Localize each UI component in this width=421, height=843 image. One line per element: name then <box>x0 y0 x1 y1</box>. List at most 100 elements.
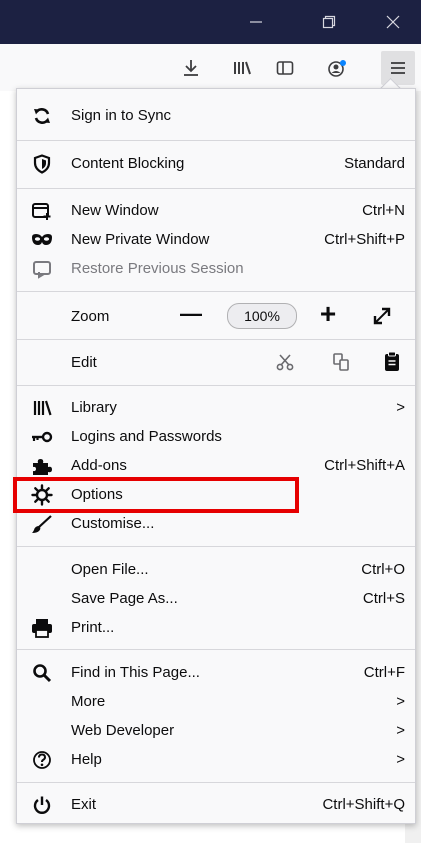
private-mask-icon <box>31 229 53 251</box>
zoom-level: 100% <box>244 308 280 324</box>
menu-item-label: Library <box>71 399 117 416</box>
account-button[interactable] <box>320 51 354 85</box>
restore-button[interactable] <box>306 0 352 44</box>
power-icon <box>31 794 53 816</box>
minimize-button[interactable] <box>233 0 279 44</box>
copy-icon <box>333 353 349 371</box>
menu-item-save-page[interactable]: Save Page As... Ctrl+S <box>17 584 417 613</box>
menu-item-shortcut: Ctrl+N <box>362 202 405 219</box>
close-window-button[interactable] <box>370 0 416 44</box>
chevron-right-icon: > <box>396 722 405 739</box>
cut-button[interactable] <box>275 352 295 376</box>
downloads-button[interactable] <box>174 51 208 85</box>
menu-separator <box>17 188 415 189</box>
menu-item-label: Add-ons <box>71 457 127 474</box>
zoom-in-button[interactable]: + <box>314 298 342 330</box>
menu-separator <box>17 546 415 547</box>
menu-item-label: Sign in to Sync <box>71 107 172 124</box>
minimize-icon <box>250 21 262 23</box>
menu-item-logins[interactable]: Logins and Passwords <box>17 422 417 451</box>
menu-item-addons[interactable]: Add-ons Ctrl+Shift+A <box>17 451 417 480</box>
menu-item-zoom: Zoom — 100% + <box>17 298 417 332</box>
menu-separator <box>17 140 415 141</box>
menu-separator <box>17 649 415 650</box>
zoom-in-icon: + <box>319 298 337 329</box>
menu-item-label: Save Page As... <box>71 590 178 607</box>
menu-item-shortcut: Ctrl+Shift+P <box>324 231 405 248</box>
copy-button[interactable] <box>331 352 351 376</box>
library-icon <box>31 397 53 419</box>
menu-item-label: Zoom <box>71 307 110 325</box>
help-icon <box>31 749 53 771</box>
content-blocking-value: Standard <box>344 155 405 172</box>
chevron-right-icon: > <box>396 399 405 416</box>
paintbrush-icon <box>31 513 53 535</box>
library-icon <box>234 61 251 75</box>
menu-item-label: Print... <box>71 619 115 636</box>
menu-item-customise[interactable]: Customise... <box>17 509 417 538</box>
zoom-reset-button[interactable]: 100% <box>227 303 297 329</box>
menu-item-label: New Private Window <box>71 231 210 248</box>
menu-item-shortcut: Ctrl+Shift+Q <box>322 796 405 813</box>
hamburger-menu-icon <box>391 62 405 74</box>
menu-item-shortcut: Ctrl+Shift+A <box>324 457 405 474</box>
menu-item-print[interactable]: Print... <box>17 613 417 642</box>
menu-item-open-file[interactable]: Open File... Ctrl+O <box>17 555 417 584</box>
puzzle-piece-icon <box>31 455 53 477</box>
menu-separator <box>17 291 415 292</box>
open-menu-button[interactable] <box>381 51 415 85</box>
menu-item-label: Restore Previous Session <box>71 260 244 277</box>
menu-item-label: New Window <box>71 202 159 219</box>
title-bar <box>0 0 421 44</box>
new-window-icon <box>31 200 53 222</box>
menu-item-library[interactable]: Library > <box>17 393 417 422</box>
menu-item-label: Help <box>71 751 102 768</box>
shield-icon <box>31 153 53 175</box>
menu-item-label: Find in This Page... <box>71 664 200 681</box>
menu-item-label: Exit <box>71 796 97 813</box>
menu-item-label: Web Developer <box>71 722 175 739</box>
options-highlight-box <box>13 477 299 513</box>
menu-item-label: Customise... <box>71 515 155 532</box>
restore-icon <box>322 15 336 29</box>
menu-item-web-developer[interactable]: Web Developer > <box>17 716 417 745</box>
cut-icon <box>276 354 294 371</box>
menu-separator <box>17 339 415 340</box>
account-icon <box>328 60 346 77</box>
menu-item-shortcut: Ctrl+F <box>363 664 405 681</box>
menu-item-label: Open File... <box>71 561 149 578</box>
menu-item-shortcut: Ctrl+S <box>362 590 405 607</box>
close-icon <box>386 15 400 29</box>
download-icon <box>184 60 198 76</box>
menu-item-label: Edit <box>71 353 97 371</box>
fullscreen-icon <box>373 307 391 325</box>
menu-separator <box>17 782 415 783</box>
printer-icon <box>31 617 53 639</box>
menu-item-new-window[interactable]: New Window Ctrl+N <box>17 196 417 225</box>
library-button[interactable] <box>225 51 259 85</box>
menu-item-label: Content Blocking <box>71 155 185 172</box>
app-menu-panel: Sign in to Sync Content Blocking Standar… <box>16 88 416 824</box>
menu-item-content-blocking[interactable]: Content Blocking Standard <box>17 149 417 178</box>
zoom-out-button[interactable]: — <box>177 301 205 327</box>
zoom-out-icon: — <box>180 301 202 326</box>
search-icon <box>31 662 53 684</box>
menu-item-sync[interactable]: Sign in to Sync <box>17 101 417 130</box>
chevron-right-icon: > <box>396 751 405 768</box>
menu-item-label: More <box>71 693 106 710</box>
menu-item-restore-session[interactable]: Restore Previous Session <box>17 254 417 283</box>
menu-item-edit: Edit <box>17 346 417 378</box>
restore-session-icon <box>31 258 53 280</box>
menu-item-exit[interactable]: Exit Ctrl+Shift+Q <box>17 790 417 819</box>
browser-toolbar <box>0 44 421 91</box>
sidebar-button[interactable] <box>268 51 302 85</box>
menu-item-find[interactable]: Find in This Page... Ctrl+F <box>17 658 417 687</box>
paste-button[interactable] <box>383 351 401 377</box>
fullscreen-button[interactable] <box>372 306 394 328</box>
chevron-right-icon: > <box>396 693 405 710</box>
menu-item-more[interactable]: More > <box>17 687 417 716</box>
sidebar-icon <box>276 61 294 75</box>
menu-item-help[interactable]: Help > <box>17 745 417 774</box>
key-icon <box>31 426 53 448</box>
menu-item-new-private-window[interactable]: New Private Window Ctrl+Shift+P <box>17 225 417 254</box>
